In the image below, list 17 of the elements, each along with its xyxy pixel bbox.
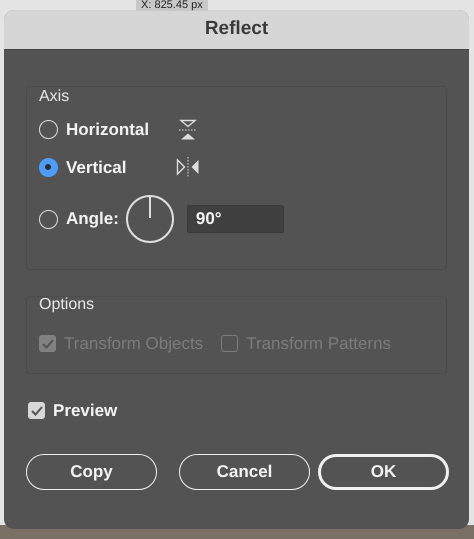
window-title: Reflect bbox=[204, 17, 268, 42]
reflect-horizontal-icon bbox=[178, 118, 198, 141]
dialog-button[interactable]: Copy bbox=[26, 454, 157, 490]
reflect-vertical-icon bbox=[176, 157, 200, 178]
radio-label: Vertical bbox=[66, 156, 128, 178]
group-label: Axis bbox=[39, 87, 70, 107]
angle-field[interactable]: 90° bbox=[186, 205, 284, 233]
radio-button[interactable] bbox=[39, 158, 58, 177]
dialog-button[interactable]: Cancel bbox=[179, 454, 310, 490]
radio-label: Angle: bbox=[66, 208, 119, 230]
checkbox-label: Preview bbox=[53, 400, 118, 422]
angle-dial[interactable] bbox=[124, 194, 175, 244]
checkbox[interactable] bbox=[28, 402, 45, 420]
coordinate-tooltip: X: 825.45 px bbox=[136, 0, 208, 11]
radio-label: Horizontal bbox=[66, 119, 150, 141]
group-label: Options bbox=[39, 295, 94, 315]
dialog-button[interactable]: OK bbox=[318, 454, 449, 490]
